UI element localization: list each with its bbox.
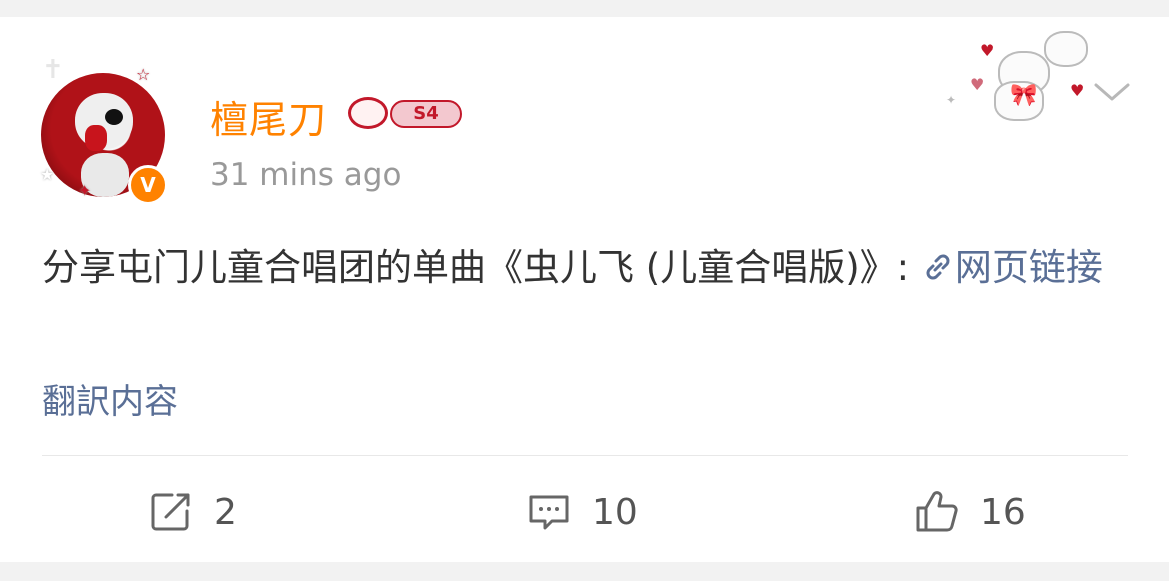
like-icon — [912, 488, 960, 536]
sparkle-icon: ✦ — [946, 93, 957, 107]
user-level-badge[interactable]: S4 — [348, 97, 464, 131]
post-content: 分享屯门儿童合唱团的单曲《虫儿飞 (儿童合唱版)》: 网页链接 — [42, 237, 1132, 303]
chevron-down-icon[interactable] — [1090, 77, 1134, 107]
post-timestamp: 31 mins ago — [210, 157, 402, 193]
repost-icon — [148, 489, 194, 535]
repost-button[interactable]: 2 — [148, 477, 237, 547]
heart-icon: ♥ — [970, 75, 985, 94]
post-card[interactable]: ✝ ☆ ★ ✦ V 檀尾刀 S4 31 mins ago ♥ ♥ ♥ ✦ 🎀 分… — [0, 17, 1169, 562]
comment-button[interactable]: 10 — [526, 477, 638, 547]
repost-count: 2 — [214, 491, 237, 533]
heart-icon: ♥ — [980, 41, 995, 60]
clock-icon — [348, 97, 388, 129]
link-icon — [921, 241, 955, 303]
star-decoration-icon: ☆ — [136, 65, 151, 84]
web-link[interactable]: 网页链接 — [921, 246, 1103, 289]
cat-sticker-icon — [1044, 31, 1088, 67]
like-button[interactable]: 16 — [912, 477, 1026, 547]
like-count: 16 — [980, 491, 1026, 533]
cross-decoration-icon: ✝ — [42, 55, 64, 85]
author-name[interactable]: 檀尾刀 — [210, 89, 327, 144]
star-decoration-icon: ✦ — [78, 181, 92, 200]
translate-link[interactable]: 翻訳内容 — [42, 374, 178, 423]
star-decoration-icon: ★ — [40, 165, 55, 184]
action-bar: 2 10 16 — [0, 477, 1169, 547]
level-label: S4 — [390, 100, 462, 128]
web-link-label: 网页链接 — [954, 246, 1103, 289]
divider — [42, 455, 1128, 456]
comment-count: 10 — [592, 491, 638, 533]
post-text: 分享屯门儿童合唱团的单曲《虫儿飞 (儿童合唱版)》: — [42, 246, 910, 289]
verified-badge: V — [128, 165, 168, 205]
heart-icon: ♥ — [1070, 81, 1085, 100]
comment-icon — [526, 489, 572, 535]
card-decoration: ♥ ♥ ♥ ✦ 🎀 — [940, 31, 1090, 127]
bow-icon: 🎀 — [1010, 83, 1038, 108]
